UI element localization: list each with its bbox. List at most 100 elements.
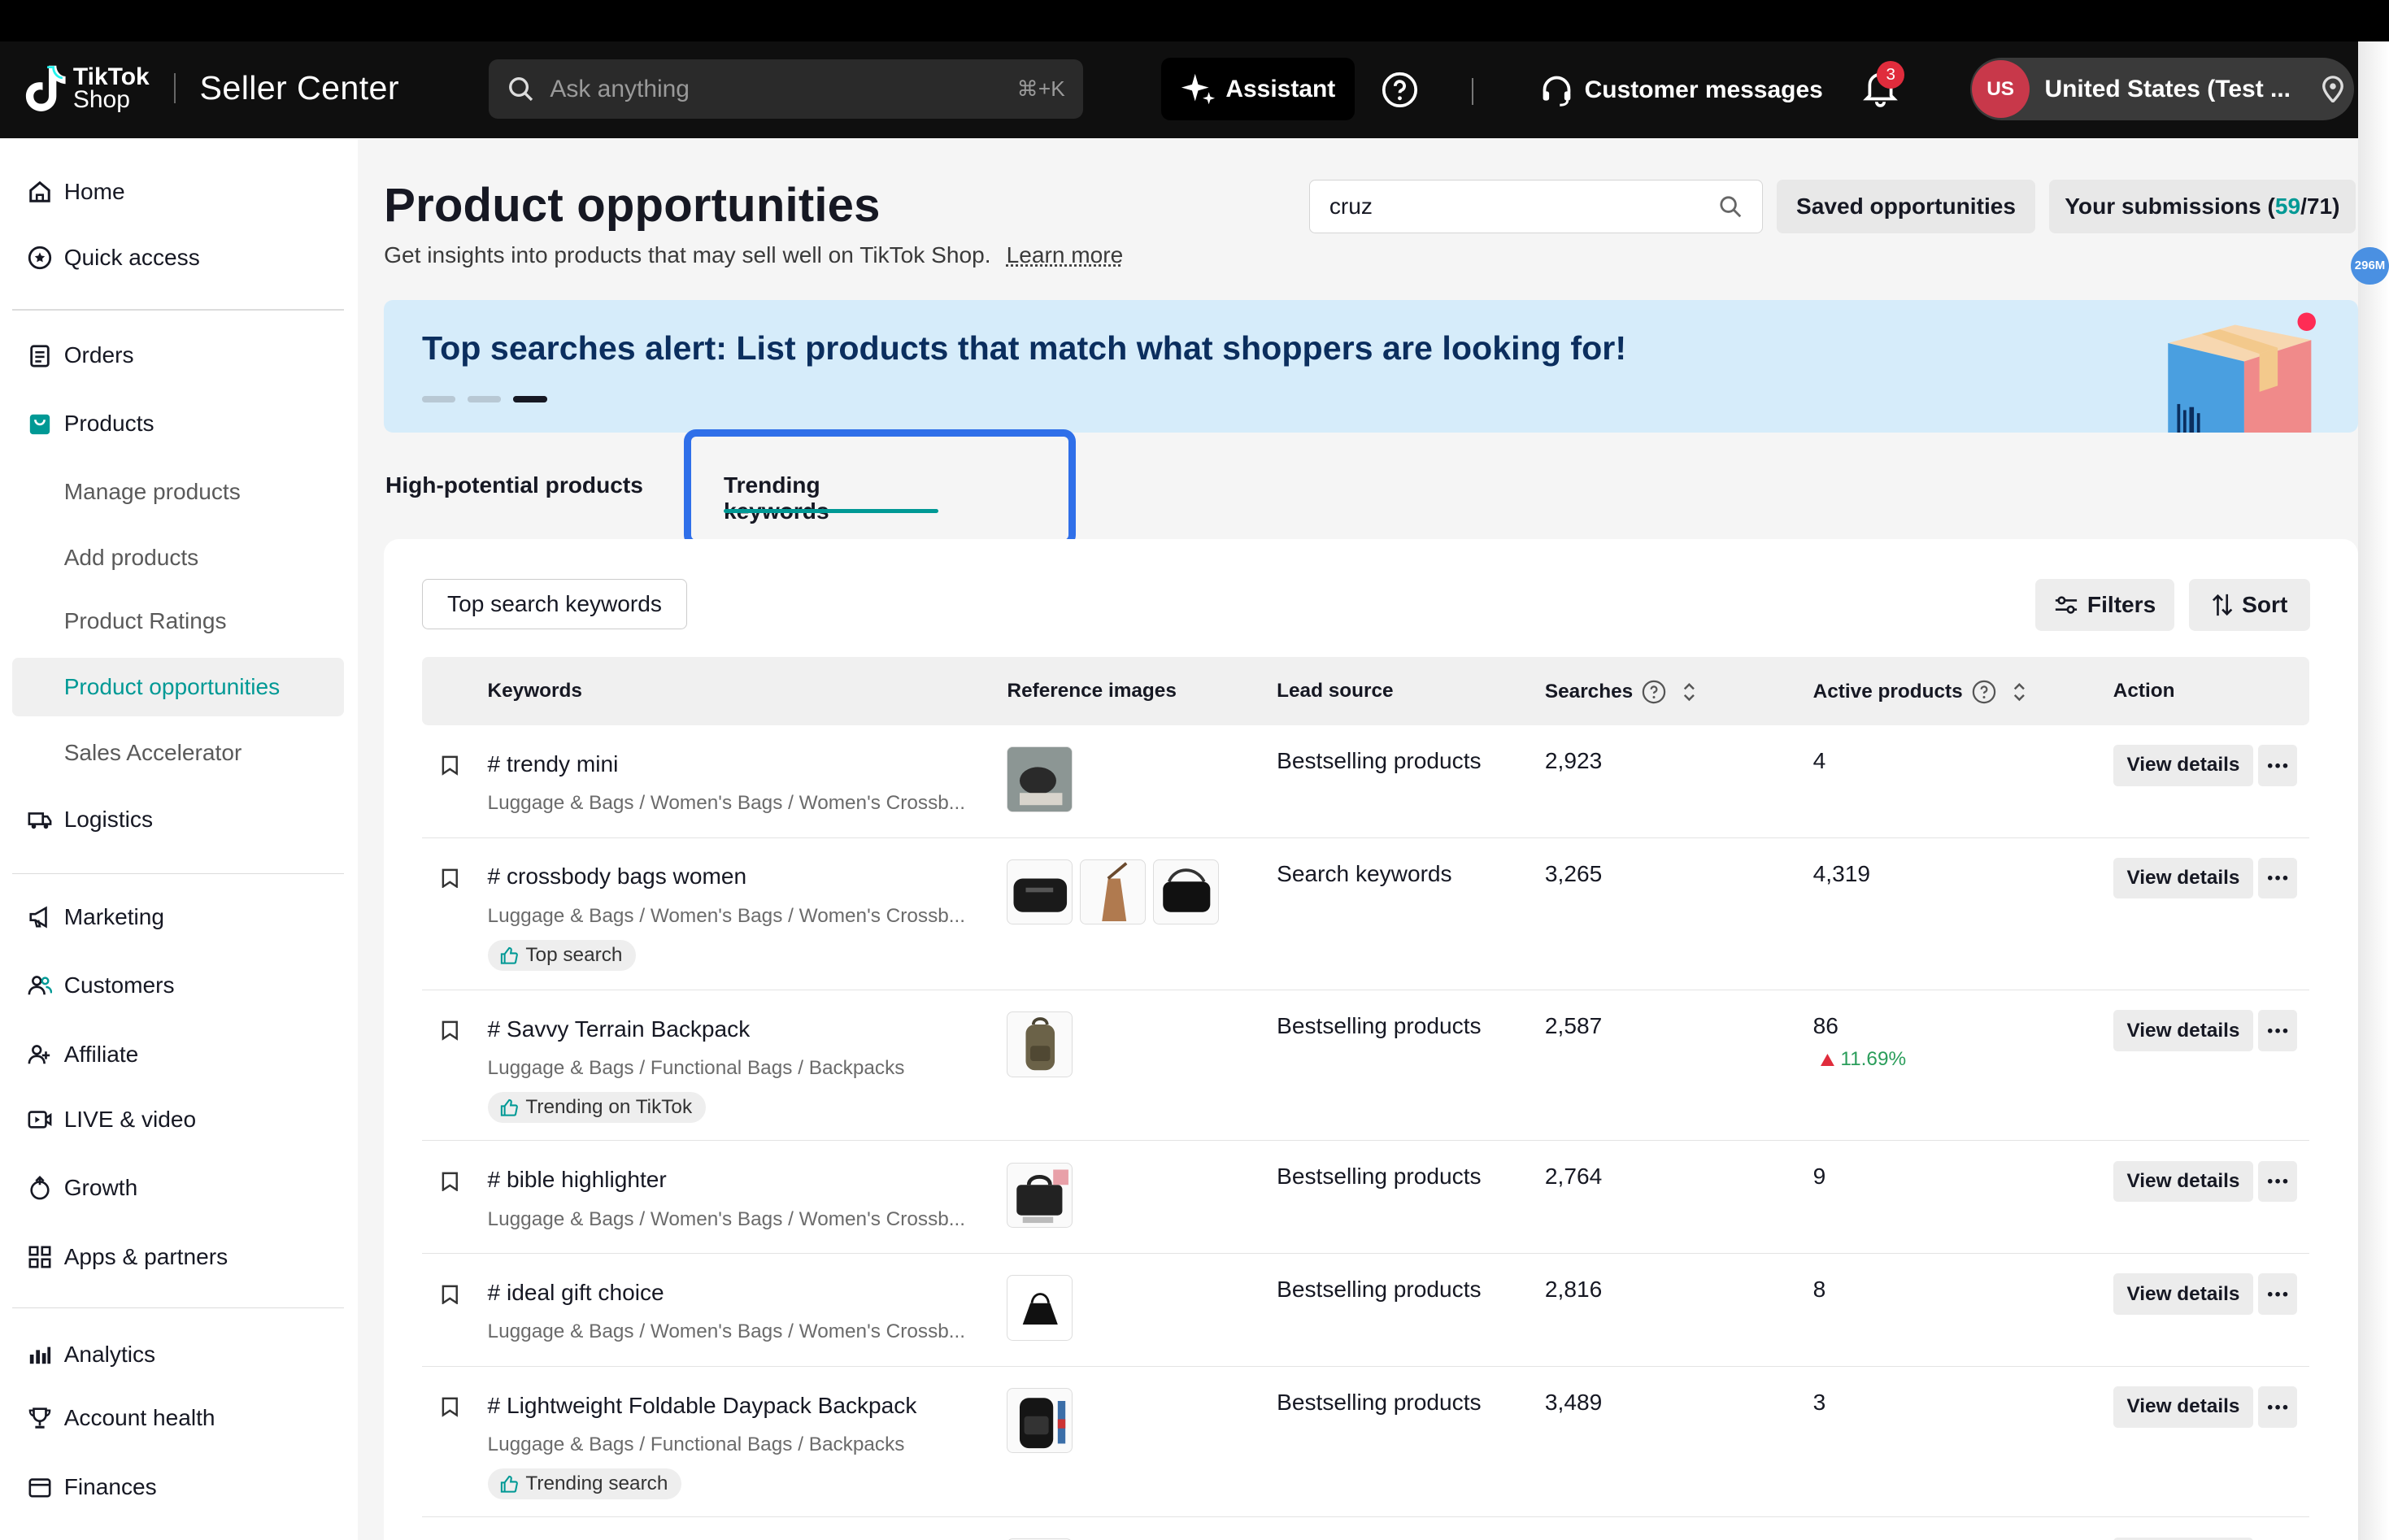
reference-thumbnail[interactable] bbox=[1007, 1387, 1073, 1454]
sidebar-item-marketing[interactable]: Marketing bbox=[12, 888, 344, 946]
sidebar-item-add-products[interactable]: Add products bbox=[12, 529, 344, 586]
bookmark-icon[interactable] bbox=[442, 755, 459, 776]
keyword-text[interactable]: # trendy mini bbox=[488, 751, 619, 777]
keyword-text[interactable]: # Lightweight Foldable Daypack Backpack bbox=[488, 1393, 917, 1419]
global-search-input[interactable]: Ask anything ⌘+K bbox=[489, 59, 1084, 120]
logo-divider bbox=[173, 72, 176, 104]
sidebar-item-label: Account health bbox=[63, 1405, 215, 1431]
bookmark-icon[interactable] bbox=[442, 1172, 459, 1192]
carousel-dot[interactable] bbox=[468, 396, 502, 402]
reference-thumbnail[interactable] bbox=[1007, 1011, 1073, 1077]
reference-thumbnail[interactable] bbox=[1153, 859, 1219, 925]
bookmark-icon[interactable] bbox=[442, 1020, 459, 1041]
more-options-button[interactable] bbox=[2257, 1010, 2298, 1051]
more-options-button[interactable] bbox=[2257, 857, 2298, 899]
keyword-search-input[interactable]: cruz bbox=[1308, 180, 1763, 233]
active-products-value: 3 bbox=[1812, 1389, 1826, 1415]
sidebar-item-apps-partners[interactable]: Apps & partners bbox=[12, 1228, 344, 1286]
more-options-button[interactable] bbox=[2257, 1386, 2298, 1428]
keyword-text[interactable]: # bible highlighter bbox=[488, 1167, 667, 1193]
more-options-button[interactable] bbox=[2257, 1273, 2298, 1315]
more-options-button[interactable] bbox=[2257, 745, 2298, 786]
your-submissions-button[interactable]: Your submissions (59/71) bbox=[2049, 180, 2356, 233]
sort-toggle-icon[interactable] bbox=[2012, 681, 2027, 703]
customer-messages-label: Customer messages bbox=[1584, 76, 1823, 103]
sidebar-item-sales-accelerator[interactable]: Sales Accelerator bbox=[12, 724, 344, 781]
tab-high-potential-products[interactable]: High-potential products bbox=[385, 472, 659, 498]
sidebar-item-label: Home bbox=[63, 179, 125, 205]
reference-thumbnail[interactable] bbox=[1007, 1275, 1073, 1341]
tab-trending-keywords[interactable]: Trending keywords bbox=[724, 472, 829, 524]
sidebar-item-product-ratings[interactable]: Product Ratings bbox=[12, 593, 344, 650]
floating-widget-badge[interactable]: 296M bbox=[2351, 246, 2389, 285]
reference-thumbnail[interactable] bbox=[1007, 859, 1073, 925]
searches-value: 3,489 bbox=[1544, 1389, 1603, 1415]
bookmark-icon[interactable] bbox=[442, 1285, 459, 1304]
sidebar-item-analytics[interactable]: Analytics bbox=[12, 1325, 344, 1383]
product-photo-icon bbox=[1025, 1017, 1055, 1071]
sort-toggle-icon[interactable] bbox=[1682, 681, 1697, 703]
sort-button[interactable]: Sort bbox=[2189, 578, 2310, 631]
category-path: Luggage & Bags / Functional Bags / Backp… bbox=[487, 1433, 905, 1456]
bookmark-icon[interactable] bbox=[442, 868, 459, 889]
searches-value: 2,923 bbox=[1544, 747, 1603, 773]
sidebar-item-manage-products[interactable]: Manage products bbox=[12, 463, 344, 521]
wallet-icon bbox=[28, 1478, 51, 1498]
help-circle-icon[interactable] bbox=[1972, 680, 1996, 704]
product-photo-icon bbox=[1007, 747, 1073, 811]
filters-button[interactable]: Filters bbox=[2035, 578, 2174, 631]
column-active-products[interactable]: Active products bbox=[1813, 680, 2027, 704]
reference-thumbnail[interactable] bbox=[1007, 746, 1073, 812]
sidebar-item-orders[interactable]: Orders bbox=[12, 326, 344, 384]
keyword-text[interactable]: # ideal gift choice bbox=[488, 1280, 664, 1306]
lead-source: Bestselling products bbox=[1277, 1012, 1482, 1038]
sidebar-item-account-health[interactable]: Account health bbox=[12, 1390, 344, 1447]
sidebar-item-product-opportunities[interactable]: Product opportunities bbox=[11, 658, 345, 716]
saved-opportunities-button[interactable]: Saved opportunities bbox=[1776, 180, 2036, 233]
home-icon bbox=[28, 181, 50, 202]
ellipsis-icon bbox=[2267, 763, 2288, 768]
view-details-button[interactable]: View details bbox=[2113, 1273, 2254, 1315]
sidebar-item-affiliate[interactable]: Affiliate bbox=[12, 1025, 344, 1083]
sidebar-item-live-video[interactable]: LIVE & video bbox=[12, 1091, 344, 1149]
logo[interactable]: TikTok Shop Seller Center bbox=[24, 63, 399, 115]
carousel-dot[interactable] bbox=[421, 396, 456, 402]
view-details-button[interactable]: View details bbox=[2113, 1386, 2254, 1428]
top-searches-banner[interactable]: Top searches alert: List products that m… bbox=[384, 300, 2359, 433]
carousel-dot-active[interactable] bbox=[513, 396, 547, 402]
region-selector[interactable]: US United States (Test ... bbox=[1969, 58, 2354, 120]
view-details-button[interactable]: View details bbox=[2113, 1010, 2254, 1051]
sidebar-item-label: Analytics bbox=[63, 1341, 156, 1367]
sidebar-item-products[interactable]: Products bbox=[12, 394, 344, 452]
reference-thumbnail[interactable] bbox=[1080, 859, 1146, 925]
assistant-button[interactable]: Assistant bbox=[1160, 58, 1355, 120]
bookmark-icon[interactable] bbox=[442, 1397, 459, 1417]
active-products-value: 86 bbox=[1812, 1012, 1839, 1038]
sidebar-item-growth[interactable]: Growth bbox=[12, 1159, 344, 1217]
keyword-text[interactable]: # Savvy Terrain Backpack bbox=[488, 1016, 751, 1042]
lead-source: Bestselling products bbox=[1277, 1164, 1482, 1190]
view-details-button[interactable]: View details bbox=[2113, 745, 2254, 786]
view-details-button[interactable]: View details bbox=[2113, 1160, 2254, 1203]
reference-thumbnail[interactable] bbox=[1007, 1162, 1073, 1229]
view-details-button[interactable]: View details bbox=[2113, 857, 2254, 899]
sidebar-item-label: Product opportunities bbox=[63, 674, 281, 700]
sidebar-item-quick-access[interactable]: Quick access bbox=[12, 228, 344, 286]
sort-label: Sort bbox=[2242, 591, 2288, 617]
help-circle-icon[interactable] bbox=[1642, 680, 1666, 704]
customer-messages-button[interactable]: Customer messages bbox=[1538, 72, 1823, 108]
view-details-button[interactable] bbox=[2113, 1537, 2254, 1540]
keyword-text[interactable]: # crossbody bags women bbox=[488, 864, 747, 890]
active-products-value: 9 bbox=[1812, 1164, 1826, 1190]
sidebar-item-customers[interactable]: Customers bbox=[12, 957, 344, 1015]
sidebar-item-finances[interactable]: Finances bbox=[12, 1458, 344, 1516]
learn-more-link[interactable]: Learn more bbox=[1007, 242, 1124, 268]
carousel-dots[interactable] bbox=[421, 396, 547, 402]
sidebar-item-home[interactable]: Home bbox=[12, 163, 344, 220]
help-icon[interactable] bbox=[1382, 72, 1418, 108]
top-search-keywords-filter[interactable]: Top search keywords bbox=[421, 578, 687, 629]
location-pin-icon bbox=[2322, 76, 2344, 103]
column-searches[interactable]: Searches bbox=[1545, 680, 1697, 704]
more-options-button[interactable] bbox=[2257, 1160, 2298, 1203]
sidebar-item-logistics[interactable]: Logistics bbox=[12, 790, 344, 848]
